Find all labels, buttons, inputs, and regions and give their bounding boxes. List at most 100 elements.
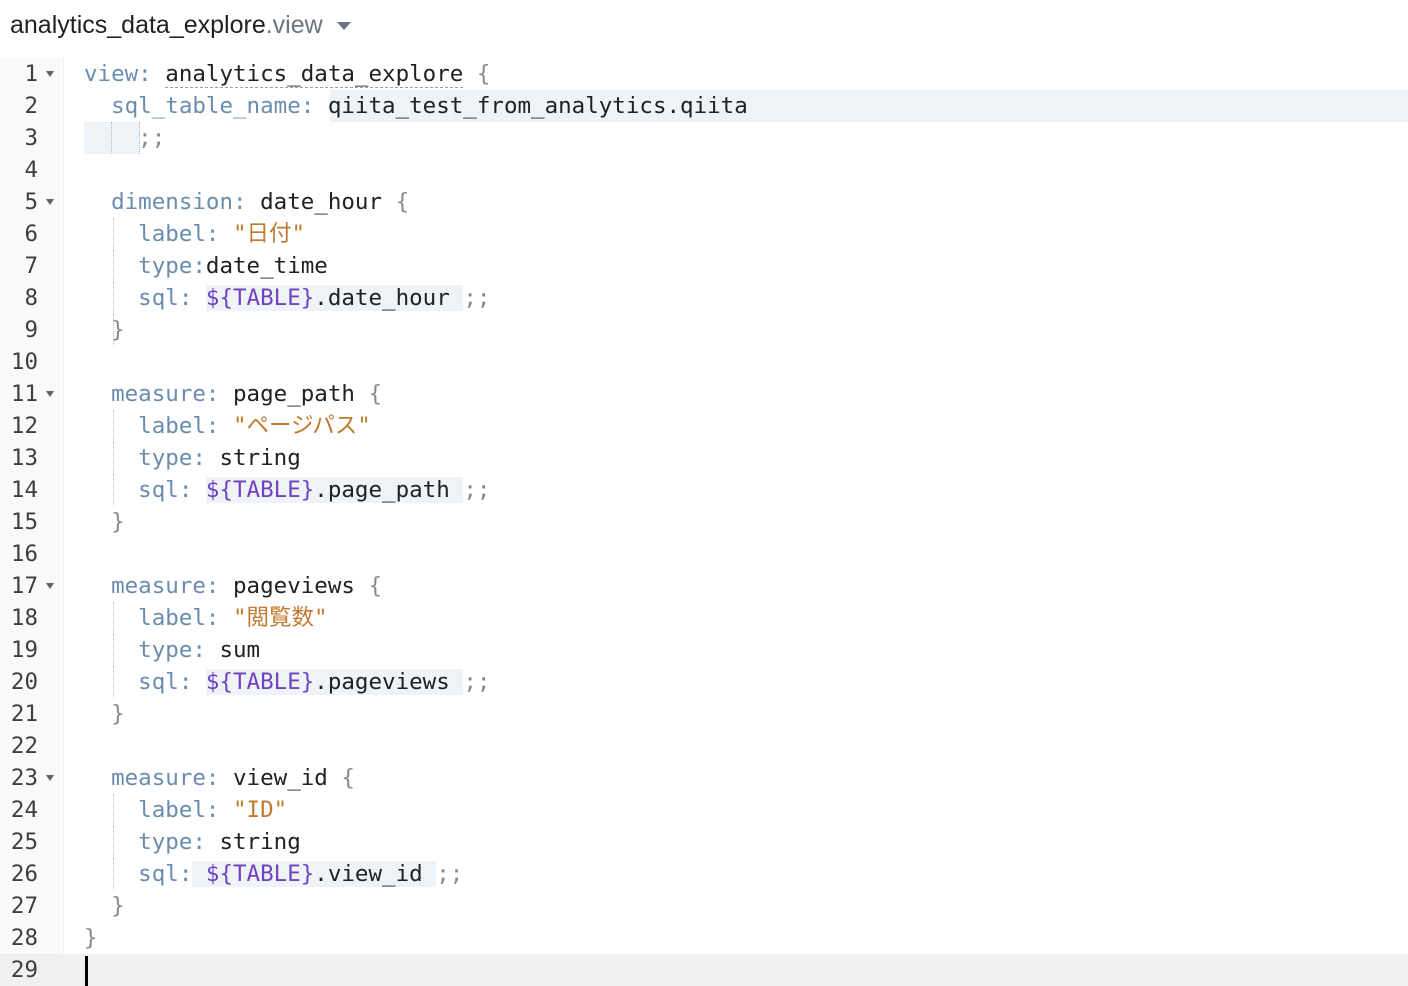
code-line[interactable]: 10 [0,346,1408,378]
code-token: type: [84,637,220,663]
code-line[interactable]: 16 [0,538,1408,570]
text-cursor [85,956,88,986]
code-line[interactable]: 21 } [0,698,1408,730]
code-token: ${TABLE} [205,285,315,311]
line-content: dimension: date_hour { [84,186,409,218]
code-token: type: [84,445,220,471]
code-token: sql: [84,285,206,311]
code-token: } [84,893,125,919]
code-line[interactable]: 17 measure: pageviews { [0,570,1408,602]
code-token: .page_path [314,477,464,503]
fold-arrow-icon[interactable] [46,71,54,77]
code-line[interactable]: 6 label: "日付" [0,218,1408,250]
code-token: } [84,701,125,727]
code-token: } [84,925,98,951]
code-line[interactable]: 9 } [0,314,1408,346]
line-number: 26 [10,861,38,887]
code-line[interactable]: 28} [0,922,1408,954]
line-content: } [84,314,125,346]
code-token: ;; [463,285,491,311]
code-line[interactable]: 13 type: string [0,442,1408,474]
chevron-down-icon[interactable] [336,22,351,30]
line-number: 8 [24,285,38,311]
code-line[interactable]: 26 sql: ${TABLE}.view_id ;; [0,858,1408,890]
code-line[interactable]: 11 measure: page_path { [0,378,1408,410]
code-token: "日付" [233,221,306,247]
fold-arrow-icon[interactable] [46,199,54,205]
line-content: } [84,698,125,730]
code-line[interactable]: 29 [0,954,1408,986]
file-name: analytics_data_explore [10,10,266,39]
code-editor[interactable]: 1 view: analytics_data_explore {2 sql_tab… [0,58,1408,986]
line-content: type: string [84,826,301,858]
code-line[interactable]: 1 view: analytics_data_explore { [0,58,1408,90]
code-token: ;; [463,477,491,503]
code-token: .pageviews [314,669,464,695]
code-token: type: [84,253,206,279]
line-content: label: "閲覧数" [84,602,327,634]
code-line[interactable]: 7 type:date_time [0,250,1408,282]
code-token: measure: [84,573,234,599]
file-tab[interactable]: analytics_data_explore .view [0,0,1408,50]
line-content: measure: page_path { [84,378,382,410]
code-line[interactable]: 22 [0,730,1408,762]
code-token: ;; [463,669,491,695]
code-line[interactable]: 25 type: string [0,826,1408,858]
line-content: view: analytics_data_explore { [84,58,490,90]
line-number: 24 [10,797,38,823]
code-token: pageviews [233,573,355,599]
line-number: 22 [10,733,38,759]
line-number: 29 [10,957,38,983]
code-token: "ページパス" [233,413,371,439]
code-token: } [84,317,125,343]
code-token: view: [84,61,166,87]
code-token: "ID" [233,797,288,823]
line-number: 7 [24,253,38,279]
line-number: 3 [24,125,38,151]
line-number: 16 [10,541,38,567]
code-line[interactable]: 19 type: sum [0,634,1408,666]
code-token: measure: [84,381,234,407]
fold-arrow-icon[interactable] [46,391,54,397]
line-content: label: "ページパス" [84,410,371,442]
code-line[interactable]: 3 ;; [0,122,1408,154]
line-content: } [84,890,125,922]
code-line[interactable]: 12 label: "ページパス" [0,410,1408,442]
line-number: 2 [24,93,38,119]
line-number: 21 [10,701,38,727]
code-line[interactable]: 2 sql_table_name: qiita_test_from_analyt… [0,90,1408,122]
line-number: 1 [24,61,38,87]
line-content: measure: pageviews { [84,570,382,602]
code-line[interactable]: 27 } [0,890,1408,922]
line-number: 14 [10,477,38,503]
code-token: sql_table_name: [84,93,315,119]
code-token: analytics_data_explore [165,61,464,88]
code-line[interactable]: 14 sql: ${TABLE}.page_path ;; [0,474,1408,506]
code-token: { [354,573,383,599]
code-token: ;; [436,861,464,887]
line-content: } [84,506,125,538]
code-line[interactable]: 23 measure: view_id { [0,762,1408,794]
code-line[interactable]: 15 } [0,506,1408,538]
code-area[interactable]: 1 view: analytics_data_explore {2 sql_tab… [0,58,1408,986]
fold-arrow-icon[interactable] [46,583,54,589]
line-number: 27 [10,893,38,919]
line-number: 6 [24,221,38,247]
code-line[interactable]: 24 label: "ID" [0,794,1408,826]
code-token: sum [219,637,261,663]
code-line[interactable]: 18 label: "閲覧数" [0,602,1408,634]
code-token: .date_hour [314,285,464,311]
line-content: sql: ${TABLE}.date_hour ;; [84,282,490,314]
code-line[interactable]: 4 [0,154,1408,186]
line-content: ;; [84,122,165,154]
line-content: sql: ${TABLE}.pageviews ;; [84,666,490,698]
code-line[interactable]: 8 sql: ${TABLE}.date_hour ;; [0,282,1408,314]
code-token: ${TABLE} [205,669,315,695]
code-token: label: [84,797,234,823]
fold-arrow-icon[interactable] [46,775,54,781]
code-line[interactable]: 20 sql: ${TABLE}.pageviews ;; [0,666,1408,698]
line-content: sql: ${TABLE}.view_id ;; [84,858,463,890]
code-line[interactable]: 5 dimension: date_hour { [0,186,1408,218]
line-number: 15 [10,509,38,535]
